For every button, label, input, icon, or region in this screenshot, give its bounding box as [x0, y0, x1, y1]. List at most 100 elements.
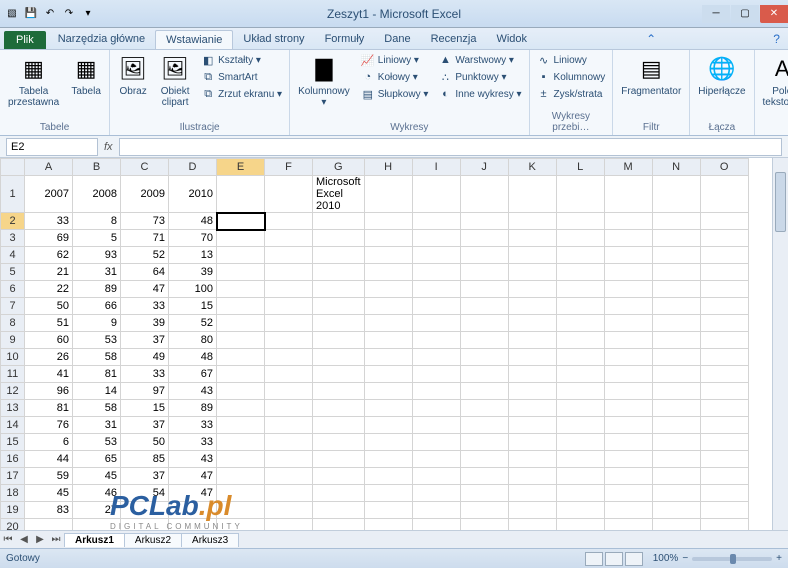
cell-I17[interactable] — [412, 468, 460, 485]
cell-J7[interactable] — [460, 298, 508, 315]
cell-E4[interactable] — [217, 247, 265, 264]
cell-H1[interactable] — [364, 176, 412, 213]
cell-B1[interactable]: 2008 — [73, 176, 121, 213]
cell-F16[interactable] — [265, 451, 313, 468]
cell-B18[interactable]: 46 — [73, 485, 121, 502]
row-header[interactable]: 17 — [1, 468, 25, 485]
smartart-button[interactable]: ⧉SmartArt — [198, 69, 285, 85]
cell-N13[interactable] — [652, 400, 700, 417]
cell-C3[interactable]: 71 — [121, 230, 169, 247]
cell-J2[interactable] — [460, 213, 508, 230]
col-header-B[interactable]: B — [73, 159, 121, 176]
fx-icon[interactable]: fx — [104, 141, 113, 153]
cell-A16[interactable]: 44 — [25, 451, 73, 468]
cell-D16[interactable]: 43 — [169, 451, 217, 468]
sheet-tab-arkusz2[interactable]: Arkusz2 — [124, 533, 182, 547]
cell-F14[interactable] — [265, 417, 313, 434]
cell-M10[interactable] — [604, 349, 652, 366]
cell-L8[interactable] — [556, 315, 604, 332]
cell-N5[interactable] — [652, 264, 700, 281]
row-header[interactable]: 11 — [1, 366, 25, 383]
ribbon-tab-recenzja[interactable]: Recenzja — [421, 30, 487, 49]
cell-J11[interactable] — [460, 366, 508, 383]
cell-D20[interactable] — [169, 519, 217, 531]
cell-L10[interactable] — [556, 349, 604, 366]
cell-J14[interactable] — [460, 417, 508, 434]
cell-B19[interactable]: 27 — [73, 502, 121, 519]
cell-L9[interactable] — [556, 332, 604, 349]
cell-K10[interactable] — [508, 349, 556, 366]
cell-N20[interactable] — [652, 519, 700, 531]
cell-E1[interactable] — [217, 176, 265, 213]
cell-F6[interactable] — [265, 281, 313, 298]
col-header-I[interactable]: I — [412, 159, 460, 176]
cell-F12[interactable] — [265, 383, 313, 400]
row-header[interactable]: 1 — [1, 176, 25, 213]
cell-H17[interactable] — [364, 468, 412, 485]
cell-C5[interactable]: 64 — [121, 264, 169, 281]
cell-F10[interactable] — [265, 349, 313, 366]
cell-K1[interactable] — [508, 176, 556, 213]
cell-J16[interactable] — [460, 451, 508, 468]
file-tab[interactable]: Plik — [4, 31, 46, 49]
cell-O9[interactable] — [700, 332, 748, 349]
cell-D17[interactable]: 47 — [169, 468, 217, 485]
cell-C16[interactable]: 85 — [121, 451, 169, 468]
cell-A9[interactable]: 60 — [25, 332, 73, 349]
cell-B14[interactable]: 31 — [73, 417, 121, 434]
cell-G19[interactable] — [313, 502, 365, 519]
col-header-L[interactable]: L — [556, 159, 604, 176]
cell-N4[interactable] — [652, 247, 700, 264]
cell-K6[interactable] — [508, 281, 556, 298]
col-header-C[interactable]: C — [121, 159, 169, 176]
cell-B9[interactable]: 53 — [73, 332, 121, 349]
cell-G11[interactable] — [313, 366, 365, 383]
cell-K15[interactable] — [508, 434, 556, 451]
cell-K3[interactable] — [508, 230, 556, 247]
cell-M2[interactable] — [604, 213, 652, 230]
cell-B17[interactable]: 45 — [73, 468, 121, 485]
ribbon-tab-wstawianie[interactable]: Wstawianie — [155, 30, 233, 49]
cell-F7[interactable] — [265, 298, 313, 315]
cell-L1[interactable] — [556, 176, 604, 213]
cell-L12[interactable] — [556, 383, 604, 400]
view-normal[interactable] — [585, 552, 603, 566]
cell-K2[interactable] — [508, 213, 556, 230]
cell-M15[interactable] — [604, 434, 652, 451]
cell-E17[interactable] — [217, 468, 265, 485]
cell-D6[interactable]: 100 — [169, 281, 217, 298]
cell-I6[interactable] — [412, 281, 460, 298]
cell-B10[interactable]: 58 — [73, 349, 121, 366]
cell-O16[interactable] — [700, 451, 748, 468]
cell-G6[interactable] — [313, 281, 365, 298]
cell-C9[interactable]: 37 — [121, 332, 169, 349]
cell-G16[interactable] — [313, 451, 365, 468]
cell-N7[interactable] — [652, 298, 700, 315]
cell-B16[interactable]: 65 — [73, 451, 121, 468]
cell-M9[interactable] — [604, 332, 652, 349]
cell-D18[interactable]: 47 — [169, 485, 217, 502]
cell-A8[interactable]: 51 — [25, 315, 73, 332]
cell-D9[interactable]: 80 — [169, 332, 217, 349]
cell-A7[interactable]: 50 — [25, 298, 73, 315]
cell-G2[interactable] — [313, 213, 365, 230]
sheet-nav-last[interactable]: ⏭ — [48, 534, 64, 545]
cell-I3[interactable] — [412, 230, 460, 247]
cell-L13[interactable] — [556, 400, 604, 417]
cell-A15[interactable]: 6 — [25, 434, 73, 451]
cell-I12[interactable] — [412, 383, 460, 400]
cell-G8[interactable] — [313, 315, 365, 332]
cell-I20[interactable] — [412, 519, 460, 531]
cell-N16[interactable] — [652, 451, 700, 468]
cell-L18[interactable] — [556, 485, 604, 502]
cell-I1[interactable] — [412, 176, 460, 213]
ribbon-tab-widok[interactable]: Widok — [486, 30, 537, 49]
cell-H14[interactable] — [364, 417, 412, 434]
cell-J5[interactable] — [460, 264, 508, 281]
cell-J1[interactable] — [460, 176, 508, 213]
cell-N12[interactable] — [652, 383, 700, 400]
cell-H13[interactable] — [364, 400, 412, 417]
cell-N18[interactable] — [652, 485, 700, 502]
cell-F1[interactable] — [265, 176, 313, 213]
cell-M16[interactable] — [604, 451, 652, 468]
